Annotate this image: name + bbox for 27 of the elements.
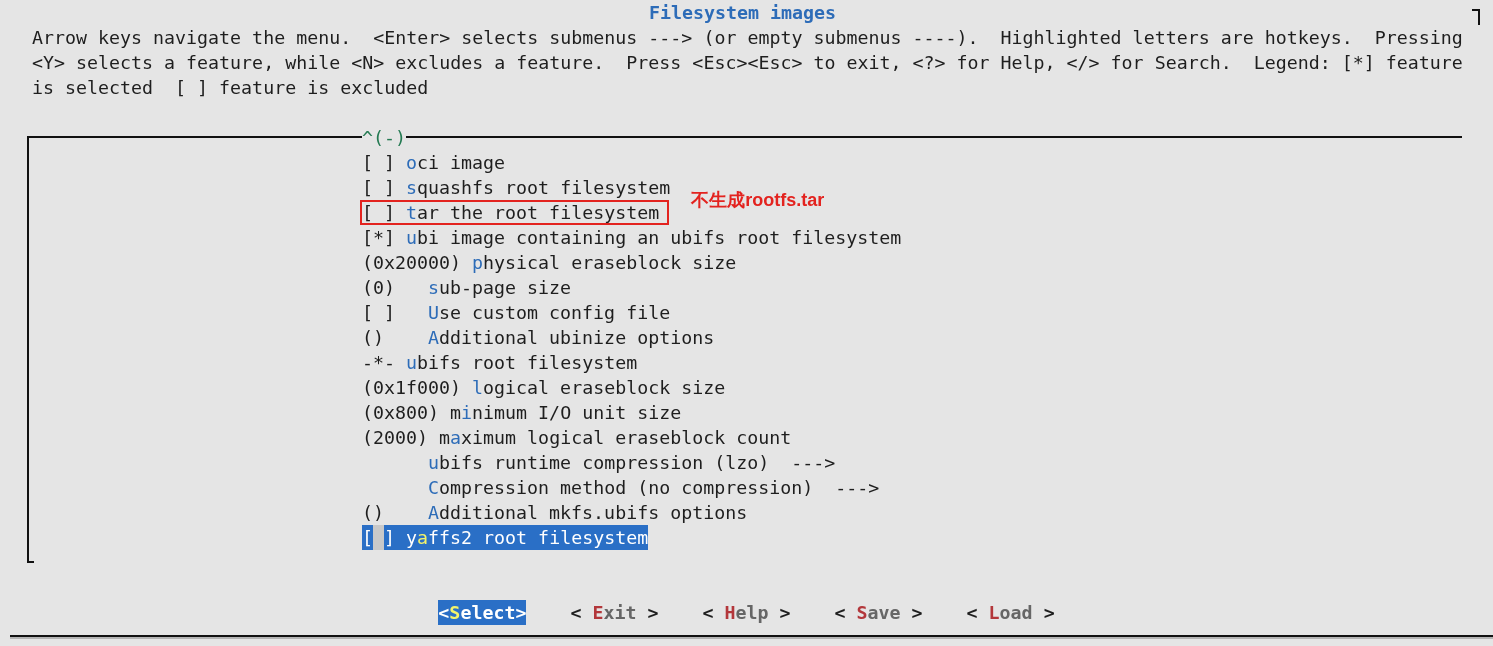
cursor-icon: [373, 525, 384, 550]
load-button[interactable]: < Load >: [966, 600, 1055, 625]
scroll-indicator: ^(-): [362, 126, 407, 150]
menu-item[interactable]: [ ] oci image: [362, 150, 506, 175]
menu-item[interactable]: [ ] yaffs2 root filesystem: [362, 525, 649, 550]
menu-item[interactable]: [*] ubi image containing an ubifs root filesystem: [362, 225, 902, 250]
menu-item[interactable]: (0x20000) physical eraseblock size: [362, 250, 737, 275]
menu-item[interactable]: () Additional mkfs.ubifs options: [362, 500, 748, 525]
save-button[interactable]: < Save >: [834, 600, 923, 625]
select-button[interactable]: <Select>: [438, 600, 527, 625]
help-text: Arrow keys navigate the menu. <Enter> selects submenus ---> (or empty submenus ----). Highlighted letters are hotkeys. Pressing <Y> selects a feature, while <N> excludes a feature. Press <Esc><Esc> to exit, <?> for Help, </> for Search. Legend: [*] feature is selected [ ] feature is excluded: [32, 26, 1464, 100]
menu-item[interactable]: (2000) maximum logical eraseblock count: [362, 425, 792, 450]
menu-item[interactable]: [ ] Use custom config file: [362, 300, 671, 325]
menu-item[interactable]: Compression method (no compression) --->: [428, 475, 880, 500]
menu-item[interactable]: (0x800) minimum I/O unit size: [362, 400, 682, 425]
menu-item[interactable]: ubifs runtime compression (lzo) --->: [428, 450, 836, 475]
annotation-text: 不生成rootfs.tar: [691, 189, 825, 211]
border-corner: [1472, 9, 1480, 25]
menu-item[interactable]: (0) sub-page size: [362, 275, 572, 300]
exit-button[interactable]: < Exit >: [570, 600, 659, 625]
menu-item[interactable]: [ ] tar the root filesystem: [362, 202, 660, 223]
menu-item[interactable]: () Additional ubinize options: [362, 325, 715, 350]
menu-item[interactable]: -*- ubifs root filesystem: [362, 350, 638, 375]
menu-item[interactable]: (0x1f000) logical eraseblock size: [362, 375, 726, 400]
dialog-title: Filesystem images: [648, 1, 837, 25]
menu-item[interactable]: [ ] squashfs root filesystem: [362, 175, 671, 200]
help-button[interactable]: < Help >: [702, 600, 791, 625]
